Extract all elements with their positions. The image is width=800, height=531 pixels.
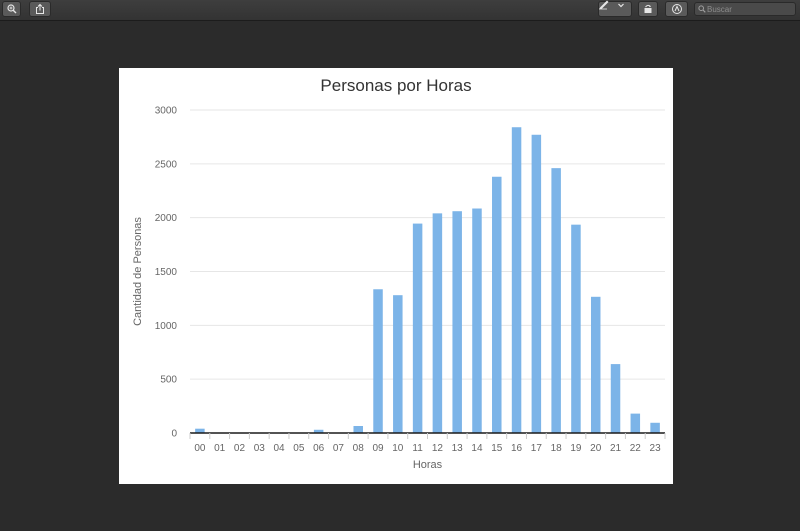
x-tick-label: 10 [392, 443, 404, 454]
x-tick-label: 21 [610, 443, 622, 454]
x-tick-label: 17 [531, 443, 543, 454]
x-tick-label: 11 [412, 443, 423, 454]
y-tick-label: 1000 [155, 321, 178, 332]
search-input[interactable] [707, 3, 793, 15]
bar-21 [610, 364, 621, 433]
x-tick-label: 07 [333, 443, 345, 454]
bar-19 [571, 224, 581, 433]
x-tick-label: 14 [471, 443, 483, 454]
y-tick-label: 0 [171, 429, 177, 440]
x-tick-label: 19 [570, 443, 582, 454]
x-tick-label: 15 [491, 443, 503, 454]
bar-20 [590, 296, 601, 433]
bar-12 [432, 213, 443, 433]
y-tick-label: 3000 [155, 106, 178, 117]
x-tick-label: 05 [293, 443, 305, 454]
x-tick-label: 13 [452, 443, 464, 454]
x-tick-label: 18 [551, 443, 563, 454]
window-toolbar [0, 0, 800, 21]
annotate-button[interactable] [665, 1, 688, 17]
zoom-in-button[interactable] [2, 1, 21, 17]
bar-11 [412, 223, 423, 433]
bar-14 [472, 208, 482, 433]
y-axis-title: Cantidad de Personas [132, 217, 144, 326]
bar-22 [630, 413, 641, 433]
x-tick-label: 12 [432, 443, 444, 454]
share-button[interactable] [29, 1, 51, 17]
bar-08 [353, 426, 363, 433]
x-tick-label: 06 [313, 443, 325, 454]
bar-16 [511, 127, 522, 433]
bar-15 [492, 176, 502, 433]
chart-panel: Personas por Horas 0 500 1000 1500 2000 2500 3… [119, 68, 673, 484]
search-field[interactable] [694, 2, 796, 16]
y-tick-label: 2000 [155, 213, 178, 224]
bar-09 [373, 289, 383, 433]
x-tick-label: 09 [372, 443, 384, 454]
bar-10 [393, 295, 403, 433]
x-tick-label: 01 [214, 443, 226, 454]
y-tick-label: 1500 [155, 267, 178, 278]
x-tick-label: 02 [234, 443, 246, 454]
x-tick-label: 08 [353, 443, 365, 454]
y-tick-label: 500 [160, 375, 177, 386]
bar-17 [531, 134, 542, 433]
x-tick-label: 16 [511, 443, 523, 454]
x-tick-label: 00 [194, 443, 206, 454]
markup-button[interactable] [598, 0, 632, 17]
x-tick-label: 03 [254, 443, 266, 454]
y-tick-label: 2500 [155, 159, 178, 170]
x-tick-label: 04 [274, 443, 286, 454]
bar-13 [452, 211, 462, 433]
x-tick-label: 20 [590, 443, 602, 454]
bar-23 [650, 422, 660, 433]
x-tick-label: 23 [650, 443, 662, 454]
rotate-button[interactable] [638, 1, 658, 17]
x-tick-label: 22 [630, 443, 642, 454]
bar-18 [551, 168, 561, 433]
x-axis-title: Horas [413, 459, 443, 471]
bar-chart: 0 500 1000 1500 2000 2500 3000 00 01 02 03 04 05 06 07… [132, 106, 666, 471]
